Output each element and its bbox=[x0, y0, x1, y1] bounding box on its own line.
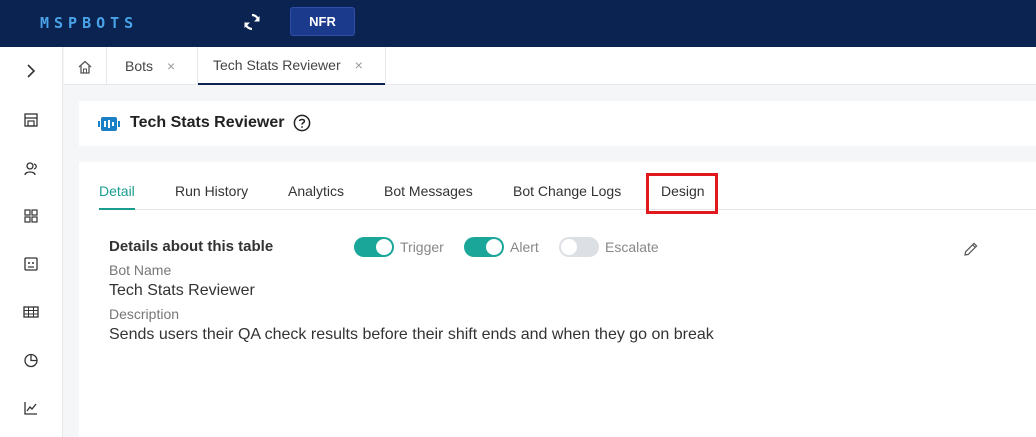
tab-divider bbox=[106, 47, 107, 85]
sidebar-item-charts[interactable] bbox=[20, 349, 42, 371]
pencil-icon[interactable] bbox=[963, 241, 979, 257]
design-tab-highlight bbox=[646, 173, 718, 214]
escalate-label: Escalate bbox=[605, 239, 659, 255]
toggle-knob bbox=[561, 239, 577, 255]
refresh-icon[interactable] bbox=[242, 12, 262, 32]
store-icon bbox=[24, 113, 38, 127]
description-value: Sends users their QA check results befor… bbox=[109, 326, 714, 343]
tab-bot-messages[interactable]: Bot Messages bbox=[384, 183, 473, 199]
help-icon[interactable] bbox=[293, 114, 311, 132]
close-icon[interactable]: × bbox=[167, 58, 175, 74]
toggle-knob bbox=[376, 239, 392, 255]
tab-detail[interactable]: Detail bbox=[99, 183, 135, 199]
nfr-button[interactable]: NFR bbox=[290, 7, 355, 36]
alert-label: Alert bbox=[510, 239, 539, 255]
sidebar-item-apps[interactable] bbox=[20, 205, 42, 227]
table-icon bbox=[23, 306, 39, 318]
tab-analytics[interactable]: Analytics bbox=[288, 183, 344, 199]
page-title: Tech Stats Reviewer bbox=[130, 114, 285, 131]
section-title: Details about this table bbox=[109, 238, 274, 255]
trigger-toggle[interactable] bbox=[354, 237, 394, 257]
trigger-label: Trigger bbox=[400, 239, 444, 255]
active-tab-indicator bbox=[99, 208, 135, 210]
bot-name-value: Tech Stats Reviewer bbox=[109, 282, 255, 299]
tab-run-history[interactable]: Run History bbox=[175, 183, 248, 199]
sidebar-expand-button[interactable] bbox=[20, 60, 42, 82]
sidebar bbox=[0, 47, 63, 437]
close-icon[interactable]: × bbox=[355, 57, 363, 73]
home-tab[interactable] bbox=[74, 56, 96, 78]
sidebar-item-tables[interactable] bbox=[20, 301, 42, 323]
logo-text: MSPBOTS bbox=[40, 14, 139, 32]
line-chart-icon bbox=[24, 402, 37, 415]
page-header: Tech Stats Reviewer bbox=[79, 101, 1036, 146]
home-icon bbox=[78, 60, 92, 74]
tab-tech-stats-reviewer[interactable]: Tech Stats Reviewer × bbox=[198, 47, 385, 85]
pie-chart-icon bbox=[24, 353, 38, 368]
tab-divider bbox=[385, 47, 386, 85]
top-bar: MSPBOTS NFR bbox=[0, 0, 1036, 47]
bot-name-label: Bot Name bbox=[109, 262, 172, 278]
sidebar-item-bots[interactable] bbox=[20, 253, 42, 275]
toggle-knob bbox=[486, 239, 502, 255]
description-label: Description bbox=[109, 306, 180, 322]
tab-label: Bots bbox=[125, 58, 154, 74]
sidebar-item-store[interactable] bbox=[20, 109, 42, 131]
tab-label: Tech Stats Reviewer bbox=[213, 57, 341, 73]
open-tabs-bar: Bots × Tech Stats Reviewer × bbox=[64, 47, 1036, 85]
escalate-toggle[interactable] bbox=[559, 237, 599, 257]
tab-bots[interactable]: Bots × bbox=[125, 47, 175, 85]
users-icon bbox=[24, 162, 37, 176]
grid-icon bbox=[24, 209, 38, 223]
sidebar-item-users[interactable] bbox=[20, 158, 42, 180]
mspbots-logo[interactable]: MSPBOTS bbox=[40, 13, 138, 33]
tab-bot-change-logs[interactable]: Bot Change Logs bbox=[513, 183, 621, 199]
bot-icon bbox=[24, 257, 38, 271]
bot-detail-card: Detail Run History Analytics Bot Message… bbox=[79, 162, 1036, 437]
bot-icon bbox=[98, 117, 120, 131]
tabs-divider bbox=[99, 209, 1036, 210]
alert-toggle[interactable] bbox=[464, 237, 504, 257]
chevron-right-icon bbox=[27, 64, 36, 78]
sidebar-item-analytics[interactable] bbox=[20, 397, 42, 419]
